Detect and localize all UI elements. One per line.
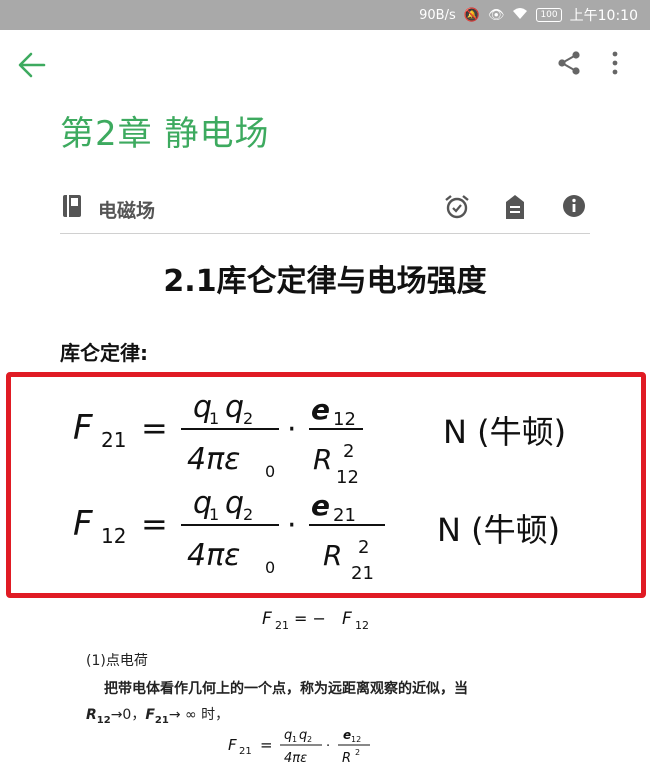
section-heading: 2.1库仑定律与电场强度 [163,264,487,299]
f3-r: R [342,751,351,764]
f1-vec: e [311,393,330,426]
info-icon [563,195,585,217]
more-button[interactable] [610,50,634,80]
f2-den: 4πε [187,538,240,573]
cond-f: F [145,707,155,723]
info-button[interactable] [562,194,586,218]
arrow-left-icon [18,52,46,78]
f2-lhs: F [73,504,93,544]
f3-equals: = [260,736,273,754]
f1-den: 4πε [187,442,240,477]
cond-r-limit: →0， [110,707,146,723]
notebook-name[interactable]: 电磁场 [98,196,155,223]
f2-r-sub: 21 [351,563,374,584]
f2-unit: N (牛顿) [437,511,560,549]
f1-den-sub: 0 [265,462,275,481]
f1-equals: = [141,409,168,447]
note-title[interactable]: 第2章 静电场 [60,106,269,155]
share-button[interactable] [556,50,586,80]
f1-q1-sub: 1 [209,409,219,428]
f2-vec-sub: 21 [333,505,356,526]
f1-unit: N (牛顿) [443,413,566,451]
f2-r: R [323,539,342,572]
wifi-icon [512,7,528,23]
network-speed: 90B/s [419,7,456,23]
coulomb-law-label: 库仑定律: [60,341,148,365]
f1-r: R [313,443,332,476]
app-bar [0,30,650,100]
back-button[interactable] [18,50,52,80]
f1-vec-sub: 12 [333,409,356,430]
f1-lhs-sub: 21 [101,428,126,452]
f3-dot: · [326,739,330,754]
f2-lhs-sub: 12 [101,524,126,548]
coulomb-formulas: F 21 = q 1 q 2 4πε 0 · e 12 R 12 2 N (牛顿… [73,390,566,584]
cond-f-limit: → ∞ 时， [168,707,230,723]
f3-lhs-sub: 21 [239,746,252,757]
status-bar: 90B/s 🔕 👁 100 上午10:10 [0,0,650,30]
f3-lhs: F [228,736,237,754]
cond-r: R [86,707,97,723]
f2-vec: e [311,489,330,522]
f2-r-exp: 2 [358,537,369,558]
rel-rhs-sub: 12 [355,619,369,632]
clock: 上午10:10 [569,8,638,24]
rel-op: = − [294,609,326,628]
f3-vec-sub: 12 [351,735,361,744]
f2-q2-sub: 2 [243,505,253,524]
share-icon [558,51,580,75]
formula-image[interactable]: F 21 = q 1 q 2 4πε 0 · e 12 R 12 2 N (牛顿… [6,372,646,598]
paragraph-text: 把带电体看作几何上的一个点，称为远距离观察的近似，当 [104,681,468,697]
rel-lhs-sub: 21 [275,619,289,632]
rel-rhs: F [342,609,352,629]
point-charge-formula: F 21 = q 1 q 2 4πε · e 12 R 2 [0,722,650,764]
notebook-icon [62,194,84,218]
battery-icon: 100 [536,8,562,22]
f2-dot: · [287,508,297,543]
f2-equals: = [141,505,168,543]
tag-button[interactable] [504,194,528,220]
tag-icon [506,195,524,219]
f3-den: 4πε [284,751,307,764]
relation-formula: F 21 = − F 12 [0,606,650,636]
f1-q2-sub: 2 [243,409,253,428]
notebook-row: 电磁场 [60,188,590,234]
alarm-icon [445,195,469,219]
f3-num-sub1: 1 [292,735,297,744]
f2-q1-sub: 1 [209,505,219,524]
reminder-button[interactable] [444,194,470,220]
f1-r-exp: 2 [343,441,354,462]
f2-den-sub: 0 [265,558,275,577]
f1-dot: · [287,412,297,447]
mute-icon: 🔕 [463,7,480,23]
f1-q2: q [225,390,244,425]
f3-r-exp: 2 [355,748,360,757]
eye-icon: 👁 [487,7,505,23]
rel-lhs: F [262,609,272,629]
f3-num-sub2: 2 [307,735,312,744]
f2-q2: q [225,486,244,521]
f1-r-sub: 12 [336,467,359,488]
f3-vec: e [343,728,351,742]
point-charge-heading: (1)点电荷 [86,653,148,669]
f1-lhs: F [73,408,93,448]
more-vert-icon [612,51,618,75]
